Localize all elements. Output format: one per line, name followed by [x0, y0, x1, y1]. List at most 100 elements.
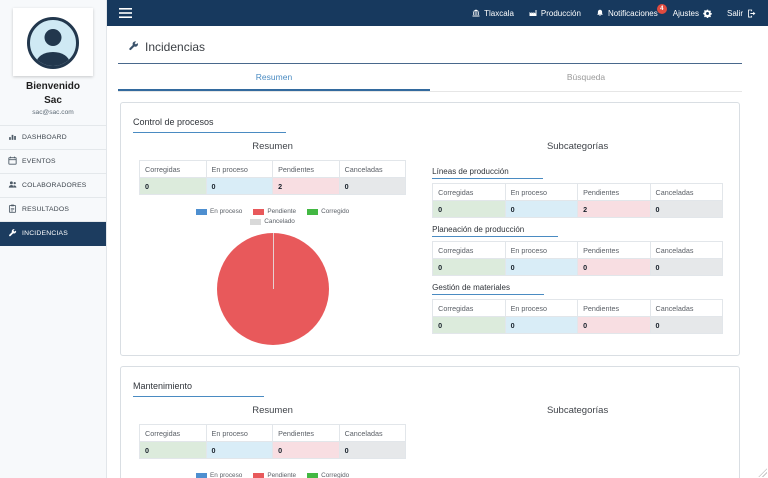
tab-busqueda[interactable]: Búsqueda: [430, 64, 742, 91]
col-corregidas: Corregidas: [139, 160, 207, 178]
wrench-icon: [8, 228, 17, 239]
col-pendientes: Pendientes: [272, 424, 340, 442]
hamburger-menu-icon[interactable]: [119, 8, 132, 18]
sidebar-item-colaboradores[interactable]: COLABORADORES: [0, 174, 106, 198]
factory-icon: [529, 9, 537, 17]
subcat-table-planeacion: Corregidas En proceso Pendientes Cancela…: [432, 241, 723, 276]
value-canceladas: 0: [649, 200, 723, 218]
avatar-torso: [36, 52, 70, 66]
control-resumen-table: Corregidas En proceso Pendientes Cancela…: [139, 160, 407, 195]
location-label: Tlaxcala: [484, 8, 514, 18]
legend-label: Corregido: [321, 208, 350, 215]
value-canceladas: 0: [338, 441, 407, 459]
value-corregidas: 0: [432, 316, 506, 334]
topbar: Tlaxcala Producción Notificaciones 4 Aju…: [107, 0, 768, 26]
bell-icon: [596, 9, 604, 17]
col-pendientes: Pendientes: [577, 183, 651, 201]
legend-swatch-corregido: [307, 472, 319, 478]
logout-label: Salir: [726, 8, 743, 18]
card-mantenimiento: Mantenimiento Resumen Corregidas En proc…: [120, 366, 740, 478]
value-canceladas: 0: [649, 258, 723, 276]
wrench-icon: [128, 40, 139, 54]
resumen-heading: Resumen: [252, 141, 293, 152]
col-en-proceso: En proceso: [205, 424, 274, 442]
area-label: Producción: [540, 8, 581, 18]
sidebar-item-resultados[interactable]: RESULTADOS: [0, 198, 106, 222]
sidebar-item-dashboard[interactable]: DASHBOARD: [0, 126, 106, 150]
value-pendientes: 0: [577, 316, 651, 334]
location-menu[interactable]: Tlaxcala: [472, 9, 514, 18]
col-corregidas: Corregidas: [432, 299, 506, 317]
maintenance-subcategorias-column: Subcategorías: [412, 400, 727, 478]
col-pendientes: Pendientes: [272, 160, 340, 178]
col-pendientes: Pendientes: [577, 241, 651, 259]
tab-bar: Resumen Búsqueda: [118, 64, 742, 92]
pie-chart-control: [216, 233, 329, 345]
legend-label: En proceso: [209, 208, 243, 215]
subcat-table-lineas: Corregidas En proceso Pendientes Cancela…: [432, 183, 723, 218]
sidebar-item-label: EVENTOS: [22, 158, 56, 165]
logout-menu[interactable]: Salir: [727, 9, 756, 18]
pie-legend: En proceso Pendiente Corregido Cancelado…: [139, 472, 406, 478]
col-en-proceso: En proceso: [504, 299, 579, 317]
legend-swatch-en-proceso: [195, 472, 207, 478]
sidebar-item-incidencias[interactable]: INCIDENCIAS: [0, 222, 106, 246]
page-title: Incidencias: [118, 36, 742, 64]
col-canceladas: Canceladas: [649, 299, 723, 317]
user-email: sac@sac.com: [32, 109, 74, 116]
legend-label: Cancelado: [264, 218, 295, 225]
value-corregidas: 0: [139, 441, 207, 459]
subcat-title-planeacion: Planeación de producción: [432, 225, 559, 237]
area-menu[interactable]: Producción: [529, 9, 581, 18]
tab-resumen[interactable]: Resumen: [118, 64, 430, 91]
user-name: Sac: [44, 94, 62, 106]
value-canceladas: 0: [338, 177, 407, 195]
notifications-label: Notificaciones: [607, 8, 658, 18]
notifications-badge: 4: [656, 3, 667, 14]
settings-menu[interactable]: Ajustes: [673, 9, 712, 18]
sidebar-item-label: COLABORADORES: [22, 182, 87, 189]
dashboard-icon: [8, 132, 17, 143]
legend-swatch-pendiente: [253, 208, 265, 215]
gear-icon: [703, 9, 712, 18]
sidebar-item-eventos[interactable]: EVENTOS: [0, 150, 106, 174]
value-en-proceso: 0: [205, 177, 274, 195]
card-title: Control de procesos: [133, 117, 286, 133]
page-title-text: Incidencias: [145, 40, 206, 54]
col-canceladas: Canceladas: [649, 241, 723, 259]
legend-label: Pendiente: [267, 208, 297, 215]
col-en-proceso: En proceso: [504, 183, 579, 201]
notifications-menu[interactable]: Notificaciones 4: [596, 3, 667, 18]
legend-swatch-corregido: [307, 208, 319, 215]
value-corregidas: 0: [432, 200, 506, 218]
sidebar-menu: DASHBOARD EVENTOS COLABORADORES RESULTAD…: [0, 125, 106, 246]
value-pendientes: 2: [272, 177, 340, 195]
col-pendientes: Pendientes: [577, 299, 651, 317]
control-resumen-column: Resumen Corregidas En proceso Pendientes…: [133, 136, 412, 345]
col-en-proceso: En proceso: [504, 241, 579, 259]
avatar: [27, 17, 79, 69]
legend-swatch-pendiente: [253, 472, 265, 478]
maintenance-resumen-table: Corregidas En proceso Pendientes Cancela…: [139, 424, 407, 459]
resize-handle[interactable]: [758, 468, 767, 477]
value-pendientes: 0: [577, 258, 651, 276]
main-content: Incidencias Resumen Búsqueda Control de …: [107, 26, 768, 478]
calendar-icon: [8, 156, 17, 167]
col-canceladas: Canceladas: [338, 424, 407, 442]
avatar-card: [13, 8, 93, 76]
value-corregidas: 0: [432, 258, 506, 276]
value-pendientes: 0: [272, 441, 340, 459]
sidebar: Bienvenido Sac sac@sac.com DASHBOARD EVE…: [0, 0, 107, 478]
value-canceladas: 0: [649, 316, 723, 334]
control-subcategorias-column: Subcategorías Líneas de producción Corre…: [412, 136, 727, 345]
subcategorias-heading: Subcategorías: [546, 141, 609, 152]
welcome-text: Bienvenido Sac: [0, 80, 106, 107]
col-canceladas: Canceladas: [649, 183, 723, 201]
col-corregidas: Corregidas: [139, 424, 207, 442]
col-corregidas: Corregidas: [432, 183, 506, 201]
clipboard-icon: [8, 204, 17, 215]
sidebar-item-label: RESULTADOS: [22, 206, 70, 213]
legend-swatch-cancelado: [250, 218, 262, 225]
card-title: Mantenimiento: [133, 381, 265, 397]
topbar-actions: Tlaxcala Producción Notificaciones 4 Aju…: [472, 3, 756, 18]
